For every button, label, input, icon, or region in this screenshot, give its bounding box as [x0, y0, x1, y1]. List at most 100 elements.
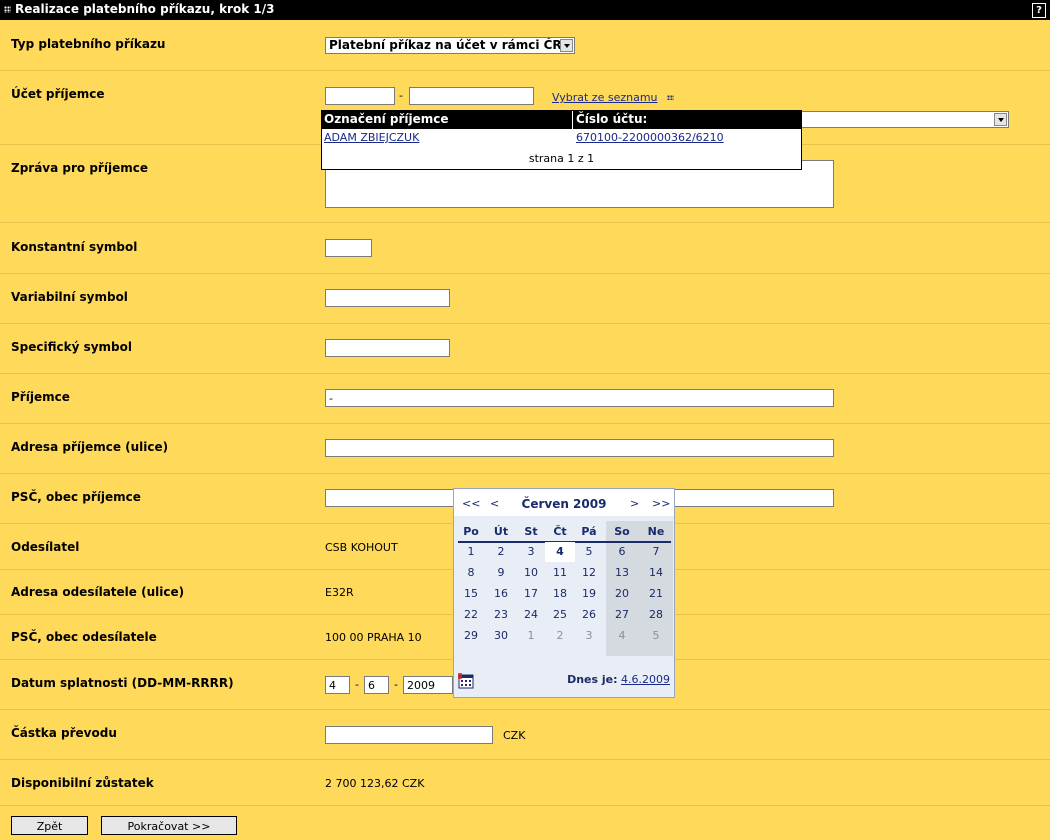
- calendar-day[interactable]: 20: [607, 584, 637, 604]
- weekday-header: Út: [493, 525, 509, 538]
- calendar-day[interactable]: 10: [516, 563, 546, 583]
- row-constant-symbol: Konstantní symbol: [0, 223, 1050, 274]
- calendar-day[interactable]: 19: [574, 584, 604, 604]
- sender-city-label: PSČ, obec odesílatele: [11, 630, 157, 644]
- next-month-button[interactable]: >: [630, 497, 639, 510]
- calendar-day[interactable]: 6: [607, 542, 637, 562]
- weekday-header: So: [614, 525, 630, 538]
- calendar-day[interactable]: 1: [516, 626, 546, 646]
- weekday-header: Ne: [647, 525, 665, 538]
- calendar-day[interactable]: 13: [607, 563, 637, 583]
- due-date-dash: -: [355, 678, 359, 691]
- due-month-input[interactable]: [364, 676, 389, 694]
- due-year-input[interactable]: [403, 676, 453, 694]
- calendar-day[interactable]: 3: [574, 626, 604, 646]
- calendar-day[interactable]: 5: [574, 542, 604, 562]
- calendar-day[interactable]: 5: [641, 626, 671, 646]
- balance-label: Disponibilní zůstatek: [11, 776, 154, 790]
- amount-input[interactable]: [325, 726, 493, 744]
- constant-symbol-label: Konstantní symbol: [11, 240, 138, 254]
- calendar-day[interactable]: 25: [545, 605, 575, 625]
- calendar-day[interactable]: 7: [641, 542, 671, 562]
- calendar-day[interactable]: 2: [486, 542, 516, 562]
- calendar-icon[interactable]: [458, 673, 474, 689]
- variable-symbol-input[interactable]: [325, 289, 450, 307]
- date-picker-calendar: << < Červen 2009 > >> Po Út St Čt Pá So Ne 123…: [453, 488, 675, 698]
- recipient-list-header: Označení příjemce Číslo účtu:: [322, 111, 801, 129]
- account-number-input[interactable]: [409, 87, 534, 105]
- currency-label: CZK: [503, 729, 526, 742]
- row-balance: Disponibilní zůstatek 2 700 123,62 CZK: [0, 760, 1050, 806]
- calendar-day[interactable]: 1: [456, 542, 486, 562]
- calendar-day[interactable]: 4: [545, 542, 575, 562]
- calendar-day[interactable]: 4: [607, 626, 637, 646]
- back-button[interactable]: Zpět: [11, 816, 88, 835]
- calendar-day[interactable]: 17: [516, 584, 546, 604]
- account-dash: -: [399, 89, 403, 102]
- variable-symbol-label: Variabilní symbol: [11, 290, 128, 304]
- calendar-day[interactable]: 29: [456, 626, 486, 646]
- calendar-day[interactable]: 24: [516, 605, 546, 625]
- specific-symbol-input[interactable]: [325, 339, 450, 357]
- weekday-header: Po: [463, 525, 479, 538]
- today-label: Dnes je: 4.6.2009: [567, 673, 670, 686]
- calendar-day[interactable]: 30: [486, 626, 516, 646]
- recipient-input[interactable]: [325, 389, 834, 407]
- sender-street-label: Adresa odesílatele (ulice): [11, 585, 185, 599]
- col-name-header: Označení příjemce: [324, 112, 449, 126]
- account-prefix-input[interactable]: [325, 87, 395, 105]
- calendar-day[interactable]: 11: [545, 563, 575, 583]
- constant-symbol-input[interactable]: [325, 239, 372, 257]
- calendar-month-label: Červen 2009: [521, 497, 607, 511]
- choose-from-list-link[interactable]: Vybrat ze seznamu: [552, 91, 658, 104]
- row-variable-symbol: Variabilní symbol: [0, 274, 1050, 324]
- calendar-day[interactable]: 8: [456, 563, 486, 583]
- chevron-down-icon: [994, 113, 1007, 126]
- continue-button[interactable]: Pokračovat >>: [101, 816, 237, 835]
- weekday-header: St: [524, 525, 538, 538]
- recipient-city-label: PSČ, obec příjemce: [11, 490, 141, 504]
- calendar-day[interactable]: 2: [545, 626, 575, 646]
- amount-label: Částka převodu: [11, 726, 117, 740]
- recipient-street-label: Adresa příjemce (ulice): [11, 440, 169, 454]
- recipient-name-link[interactable]: ADAM ZBIEJCZUK: [324, 131, 419, 144]
- calendar-day[interactable]: 18: [545, 584, 575, 604]
- calendar-day[interactable]: 22: [456, 605, 486, 625]
- recipient-list-popup: Označení příjemce Číslo účtu: ADAM ZBIEJ…: [321, 110, 802, 170]
- calendar-day[interactable]: 27: [607, 605, 637, 625]
- list-icon: [667, 95, 674, 100]
- window-titlebar: Realizace platebního příkazu, krok 1/3 ?: [0, 0, 1050, 20]
- row-recipient: Příjemce: [0, 374, 1050, 424]
- row-type: Typ platebního příkazu Platební příkaz n…: [0, 20, 1050, 71]
- row-specific-symbol: Specifický symbol: [0, 324, 1050, 374]
- type-label: Typ platebního příkazu: [11, 37, 166, 51]
- help-icon[interactable]: ?: [1032, 3, 1046, 18]
- sender-label: Odesílatel: [11, 540, 80, 554]
- calendar-day[interactable]: 15: [456, 584, 486, 604]
- grip-icon: [4, 6, 11, 13]
- due-day-input[interactable]: [325, 676, 350, 694]
- calendar-day[interactable]: 9: [486, 563, 516, 583]
- calendar-day[interactable]: 26: [574, 605, 604, 625]
- calendar-day[interactable]: 12: [574, 563, 604, 583]
- bank-code-select[interactable]: [780, 111, 1009, 128]
- sender-city-value: 100 00 PRAHA 10: [325, 631, 422, 644]
- calendar-day[interactable]: 28: [641, 605, 671, 625]
- calendar-day[interactable]: 14: [641, 563, 671, 583]
- recipient-street-input[interactable]: [325, 439, 834, 457]
- message-label: Zpráva pro příjemce: [11, 161, 148, 175]
- recipient-label: Příjemce: [11, 390, 70, 404]
- today-link[interactable]: 4.6.2009: [621, 673, 670, 686]
- calendar-day[interactable]: 16: [486, 584, 516, 604]
- payment-type-select[interactable]: Platební příkaz na účet v rámci ČR: [325, 37, 575, 54]
- next-year-button[interactable]: >>: [652, 497, 670, 510]
- weekday-header: Pá: [581, 525, 597, 538]
- balance-value: 2 700 123,62 CZK: [325, 777, 425, 790]
- chevron-down-icon: [560, 39, 573, 52]
- calendar-day[interactable]: 21: [641, 584, 671, 604]
- sender-value: CSB KOHOUT: [325, 541, 398, 554]
- calendar-day[interactable]: 3: [516, 542, 546, 562]
- row-amount: Částka převodu CZK: [0, 710, 1050, 760]
- recipient-account-link[interactable]: 670100-2200000362/6210: [576, 131, 724, 144]
- calendar-day[interactable]: 23: [486, 605, 516, 625]
